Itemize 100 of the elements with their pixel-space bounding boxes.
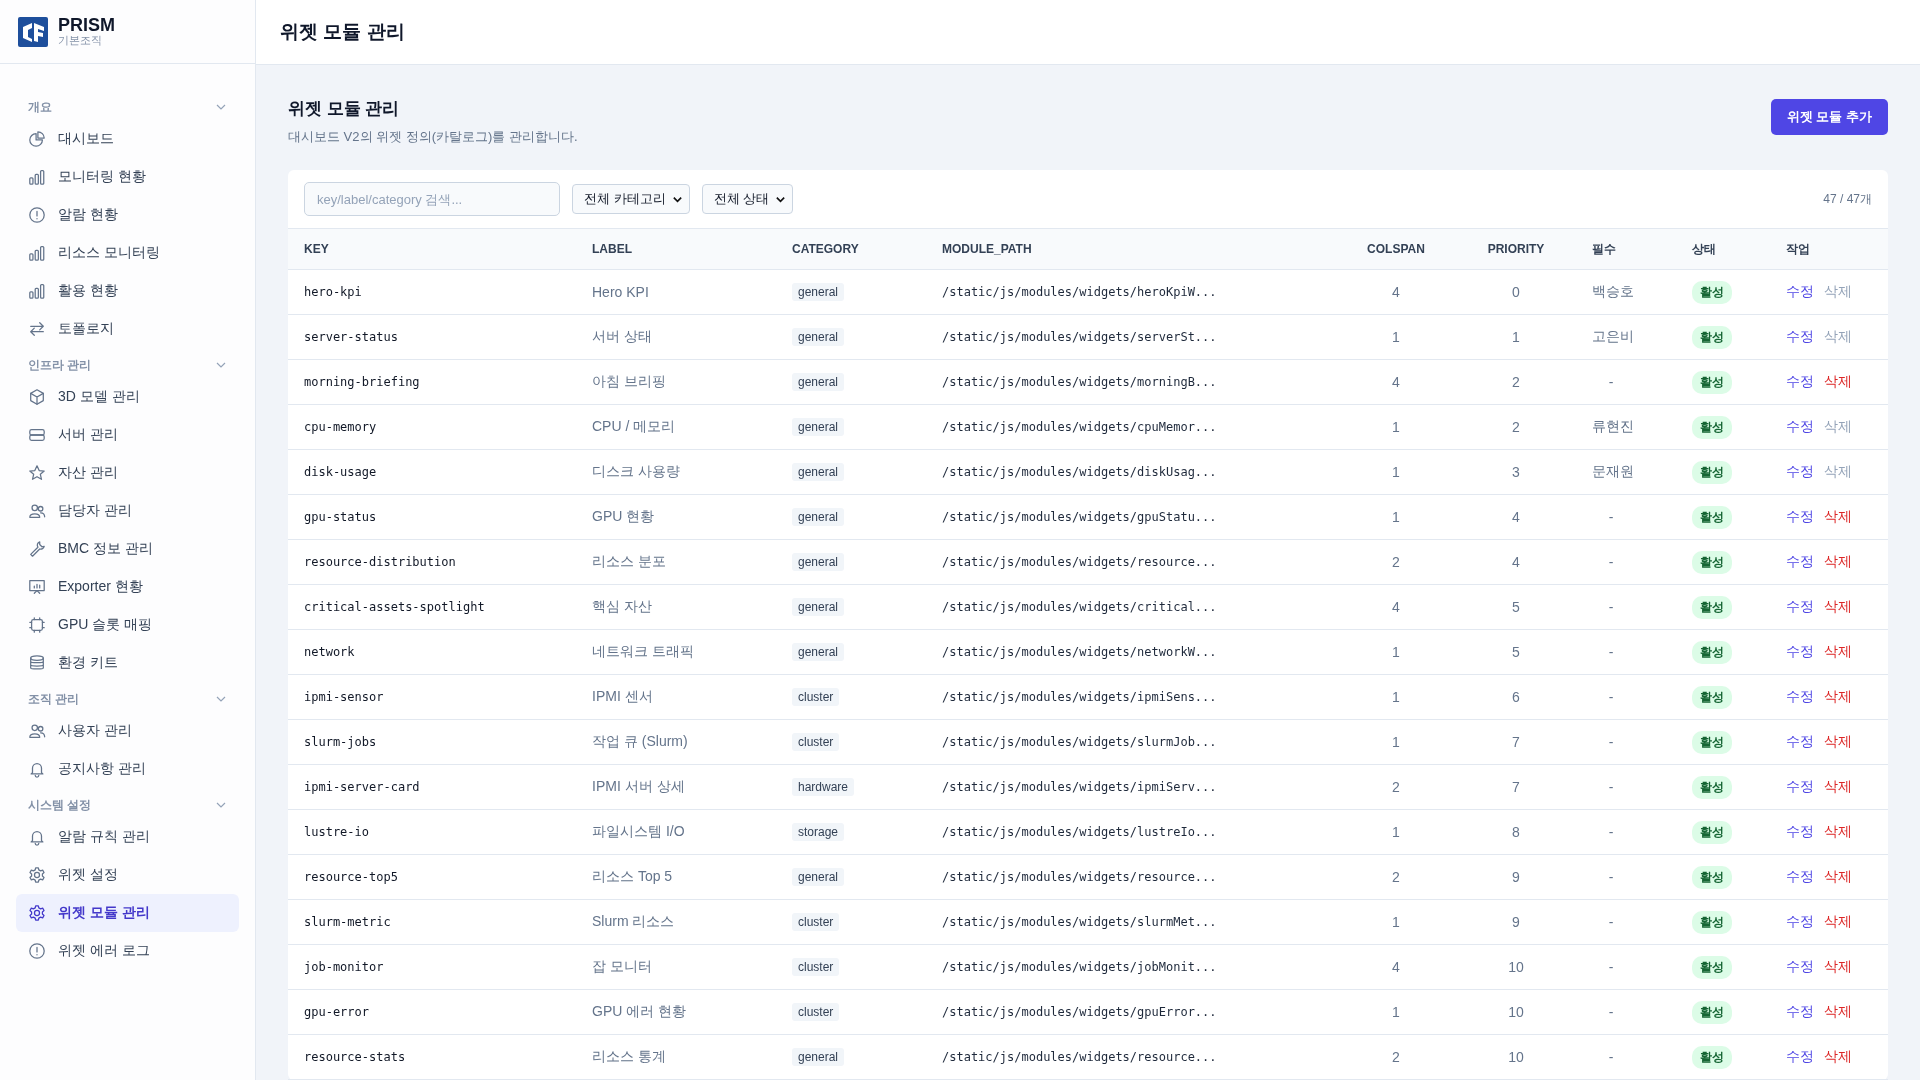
sidebar-item[interactable]: 공지사항 관리 xyxy=(16,750,239,788)
status-badge: 활성 xyxy=(1692,685,1732,709)
sidebar-item[interactable]: 알람 규칙 관리 xyxy=(16,818,239,856)
edit-link[interactable]: 수정 xyxy=(1786,598,1814,616)
category-tag: general xyxy=(792,463,845,481)
settings-icon xyxy=(28,904,46,922)
sidebar-item[interactable]: 환경 키트 xyxy=(16,644,239,682)
sidebar-item[interactable]: 위젯 에러 로그 xyxy=(16,932,239,970)
delete-link[interactable]: 삭제 xyxy=(1824,598,1852,616)
table-cell: morning-briefing xyxy=(304,375,420,389)
edit-link[interactable]: 수정 xyxy=(1786,733,1814,751)
table-cell: 문재원 xyxy=(1592,463,1634,481)
table-cell: 리소스 통계 xyxy=(592,1048,666,1066)
sidebar-item[interactable]: 활용 현황 xyxy=(16,272,239,310)
edit-link[interactable]: 수정 xyxy=(1786,868,1814,886)
table-cell-text: - xyxy=(1607,689,1615,705)
table-cell-text: - xyxy=(1607,1049,1615,1065)
delete-link[interactable]: 삭제 xyxy=(1824,913,1852,931)
edit-link[interactable]: 수정 xyxy=(1786,283,1814,301)
status-badge: 활성 xyxy=(1692,730,1732,754)
delete-link[interactable]: 삭제 xyxy=(1824,733,1852,751)
edit-link[interactable]: 수정 xyxy=(1786,1048,1814,1066)
edit-link[interactable]: 수정 xyxy=(1786,643,1814,661)
sidebar-item[interactable]: 3D 모델 관리 xyxy=(16,378,239,416)
edit-link[interactable]: 수정 xyxy=(1786,328,1814,346)
edit-link[interactable]: 수정 xyxy=(1786,958,1814,976)
bar-chart-icon xyxy=(28,282,46,300)
delete-link[interactable]: 삭제 xyxy=(1824,778,1852,796)
sidebar-item[interactable]: 알람 현황 xyxy=(16,196,239,234)
delete-link[interactable]: 삭제 xyxy=(1824,1048,1852,1066)
table-cell: /static/js/modules/widgets/cpuMemor... xyxy=(942,420,1217,434)
edit-link[interactable]: 수정 xyxy=(1786,778,1814,796)
category-tag: hardware xyxy=(792,778,855,796)
delete-link[interactable]: 삭제 xyxy=(1824,868,1852,886)
users-icon xyxy=(28,722,46,740)
delete-link[interactable]: 삭제 xyxy=(1824,553,1852,571)
sidebar-item[interactable]: BMC 정보 관리 xyxy=(16,530,239,568)
sidebar-item[interactable]: 사용자 관리 xyxy=(16,712,239,750)
table-cell: resource-distribution xyxy=(304,555,456,569)
table-cell: 3 xyxy=(1512,464,1520,480)
delete-link[interactable]: 삭제 xyxy=(1824,1003,1852,1021)
edit-link[interactable]: 수정 xyxy=(1786,418,1814,436)
delete-link[interactable]: 삭제 xyxy=(1824,823,1852,841)
table-cell: 10 xyxy=(1508,1004,1524,1020)
column-header: LABEL xyxy=(591,242,633,256)
sidebar-item[interactable]: GPU 슬롯 매핑 xyxy=(16,606,239,644)
sidebar-item[interactable]: Exporter 현황 xyxy=(16,568,239,606)
category-select[interactable]: 전체 카테고리 xyxy=(572,184,690,214)
add-widget-module-button[interactable]: 위젯 모듈 추가 xyxy=(1770,99,1888,135)
category-tag: cluster xyxy=(792,733,840,751)
table-cell: Slurm 리소스 xyxy=(592,913,675,931)
sidebar-item[interactable]: 위젯 모듈 관리 xyxy=(16,894,239,932)
edit-link[interactable]: 수정 xyxy=(1786,1003,1814,1021)
edit-link[interactable]: 수정 xyxy=(1786,823,1814,841)
status-badge: 활성 xyxy=(1692,595,1732,619)
category-tag: general xyxy=(792,508,845,526)
sidebar-item[interactable]: 토폴로지 xyxy=(16,310,239,348)
edit-link[interactable]: 수정 xyxy=(1786,553,1814,571)
table-cell: 4 xyxy=(1392,374,1400,390)
sidebar-item[interactable]: 모니터링 현황 xyxy=(16,158,239,196)
chip-icon xyxy=(28,616,46,634)
delete-link[interactable]: 삭제 xyxy=(1824,643,1852,661)
category-tag: general xyxy=(792,598,845,616)
category-tag: cluster xyxy=(792,688,840,706)
column-header: PRIORITY xyxy=(1486,242,1546,256)
table-cell: 6 xyxy=(1512,689,1520,705)
table-cell: ipmi-server-card xyxy=(304,780,420,794)
table-cell: 2 xyxy=(1512,419,1520,435)
edit-link[interactable]: 수정 xyxy=(1786,508,1814,526)
sidebar-item[interactable]: 서버 관리 xyxy=(16,416,239,454)
delete-link[interactable]: 삭제 xyxy=(1824,373,1852,391)
table-cell: /static/js/modules/widgets/lustreIo... xyxy=(942,825,1217,839)
delete-link[interactable]: 삭제 xyxy=(1824,958,1852,976)
edit-link[interactable]: 수정 xyxy=(1786,373,1814,391)
table-cell: /static/js/modules/widgets/serverSt... xyxy=(942,330,1217,344)
search-field[interactable]: key/label/category 검색... xyxy=(304,182,560,216)
table-cell-text: - xyxy=(1607,914,1615,930)
table-cell: 7 xyxy=(1512,734,1520,750)
sidebar-item[interactable]: 담당자 관리 xyxy=(16,492,239,530)
status-badge: 활성 xyxy=(1692,820,1732,844)
sidebar-item[interactable]: 리소스 모니터링 xyxy=(16,234,239,272)
status-badge: 활성 xyxy=(1692,460,1732,484)
sidebar-item[interactable]: 대시보드 xyxy=(16,120,239,158)
section-title: 조직 관리 xyxy=(28,690,80,708)
edit-link[interactable]: 수정 xyxy=(1786,688,1814,706)
table-cell-text: - xyxy=(1607,644,1615,660)
sidebar-item[interactable]: 위젯 설정 xyxy=(16,856,239,894)
delete-link[interactable]: 삭제 xyxy=(1824,688,1852,706)
edit-link[interactable]: 수정 xyxy=(1786,913,1814,931)
table-cell: 9 xyxy=(1512,914,1520,930)
category-tag: general xyxy=(792,283,845,301)
table-cell-text: - xyxy=(1607,779,1615,795)
table-cell: 0 xyxy=(1512,284,1520,300)
status-select[interactable]: 전체 상태 xyxy=(701,184,794,214)
sidebar-item[interactable]: 자산 관리 xyxy=(16,454,239,492)
table-cell: 네트워크 트래픽 xyxy=(592,643,694,661)
delete-link[interactable]: 삭제 xyxy=(1824,508,1852,526)
table-cell: gpu-error xyxy=(304,1005,370,1019)
edit-link[interactable]: 수정 xyxy=(1786,463,1814,481)
table-cell: 2 xyxy=(1392,779,1400,795)
